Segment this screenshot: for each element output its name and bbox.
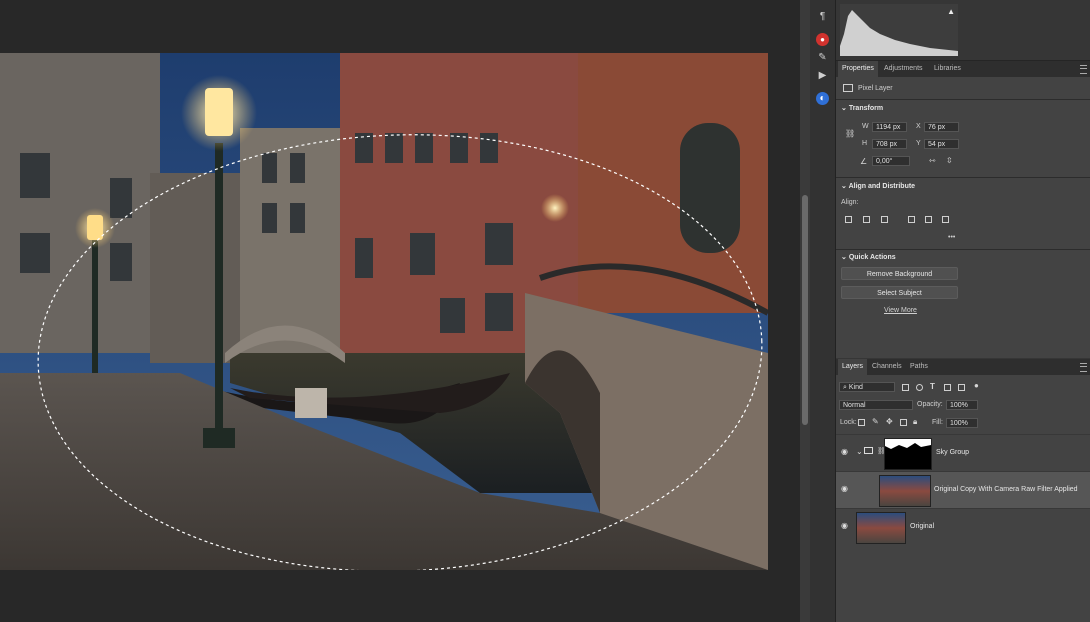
align-left-icon[interactable] bbox=[845, 216, 852, 223]
blend-mode-select[interactable]: Normal bbox=[839, 400, 913, 410]
angle-icon: ∠ bbox=[860, 157, 868, 166]
folder-icon bbox=[864, 447, 873, 454]
properties-panel: Pixel Layer ⌄ Transform ⛓ W 1194 px X 76… bbox=[836, 77, 1090, 358]
tab-paths[interactable]: Paths bbox=[906, 359, 932, 375]
cloud-icon[interactable]: ◐ bbox=[816, 92, 829, 105]
layer-thumbnail[interactable] bbox=[879, 475, 931, 507]
layer-row[interactable]: ◉ ⌄ ⛓ Sky Group bbox=[836, 434, 1090, 472]
view-more-link[interactable]: View More bbox=[884, 307, 917, 314]
visibility-eye-icon[interactable]: ◉ bbox=[841, 485, 849, 493]
layer-thumbnail[interactable] bbox=[856, 512, 906, 544]
transform-section-title[interactable]: ⌄ Transform bbox=[841, 104, 883, 112]
filter-kind-value: Kind bbox=[848, 384, 863, 391]
align-label: Align: bbox=[841, 199, 859, 206]
w-label: W bbox=[862, 123, 869, 130]
remove-background-button[interactable]: Remove Background bbox=[841, 267, 958, 280]
fill-label: Fill: bbox=[932, 419, 943, 426]
warning-icon[interactable]: ▲ bbox=[947, 7, 955, 16]
tab-adjustments[interactable]: Adjustments bbox=[880, 61, 927, 77]
width-field[interactable]: 1194 px bbox=[872, 122, 907, 132]
y-field[interactable]: 54 px bbox=[924, 139, 959, 149]
brush-settings-icon[interactable]: ✎ bbox=[816, 51, 829, 64]
lock-label: Lock: bbox=[840, 419, 857, 426]
layer-name[interactable]: Original Copy With Camera Raw Filter App… bbox=[934, 486, 1078, 493]
y-label: Y bbox=[916, 140, 921, 147]
visibility-eye-icon[interactable]: ◉ bbox=[841, 448, 849, 456]
align-top-icon[interactable] bbox=[908, 216, 915, 223]
chevron-down-icon: ⌄ bbox=[841, 105, 849, 112]
canvas-area[interactable] bbox=[0, 0, 800, 622]
align-hcenter-icon[interactable] bbox=[863, 216, 870, 223]
canvas-scrollbar[interactable] bbox=[800, 0, 810, 622]
pixel-layer-icon bbox=[843, 84, 853, 92]
angle-field[interactable]: 0,00° bbox=[872, 156, 910, 166]
visibility-eye-icon[interactable]: ◉ bbox=[841, 522, 849, 530]
layer-name[interactable]: Sky Group bbox=[936, 449, 969, 456]
lock-pixels-icon[interactable]: ✎ bbox=[872, 417, 879, 426]
properties-tabbar: Properties Adjustments Libraries bbox=[836, 61, 1090, 78]
opacity-label: Opacity: bbox=[917, 401, 943, 408]
right-panels: ▲ Properties Adjustments Libraries Pixel… bbox=[836, 0, 1090, 622]
layers-tabbar: Layers Channels Paths bbox=[836, 359, 1090, 376]
tab-libraries[interactable]: Libraries bbox=[930, 61, 965, 77]
layer-mask-thumbnail[interactable] bbox=[884, 438, 932, 470]
layer-row[interactable]: ◉ Original bbox=[836, 508, 1090, 546]
filter-kind-select[interactable]: ⌕ Kind bbox=[839, 382, 895, 392]
paragraph-icon[interactable]: ¶ bbox=[816, 10, 829, 23]
link-icon[interactable]: ⛓ bbox=[845, 129, 855, 138]
filter-shape-icon[interactable] bbox=[944, 384, 951, 391]
align-section-title[interactable]: ⌄ Align and Distribute bbox=[841, 182, 915, 190]
histogram-panel: ▲ bbox=[836, 0, 1090, 61]
filter-toggle-icon[interactable]: ● bbox=[974, 381, 979, 390]
flip-vertical-icon[interactable]: ⇳ bbox=[946, 156, 953, 165]
align-title: Align and Distribute bbox=[848, 183, 916, 190]
tab-layers[interactable]: Layers bbox=[838, 359, 868, 375]
panel-icon-strip: ¶ ● ✎ ▶ ◐ bbox=[810, 0, 836, 622]
document-image[interactable] bbox=[0, 53, 768, 570]
quick-actions-title: Quick Actions bbox=[848, 254, 896, 261]
opacity-field[interactable]: 100% bbox=[946, 400, 978, 410]
align-bottom-icon[interactable] bbox=[942, 216, 949, 223]
venice-canal-photo bbox=[0, 53, 768, 570]
more-options-icon[interactable]: ••• bbox=[948, 234, 955, 241]
align-vcenter-icon[interactable] bbox=[925, 216, 932, 223]
histogram-graph: ▲ bbox=[840, 4, 958, 56]
layers-panel: ⌕ Kind T ● Normal Opacity: 100% Lock: ✎ … bbox=[836, 375, 1090, 622]
fill-field[interactable]: 100% bbox=[946, 418, 978, 428]
panel-menu-icon[interactable] bbox=[1080, 65, 1087, 74]
quick-actions-section-title[interactable]: ⌄ Quick Actions bbox=[841, 253, 896, 261]
lock-transparent-icon[interactable] bbox=[858, 419, 865, 426]
h-label: H bbox=[862, 140, 868, 147]
align-right-icon[interactable] bbox=[881, 216, 888, 223]
chevron-down-icon[interactable]: ⌄ bbox=[856, 447, 863, 456]
height-field[interactable]: 708 px bbox=[872, 139, 907, 149]
options-bar bbox=[0, 0, 800, 22]
filter-smart-icon[interactable] bbox=[958, 384, 965, 391]
lock-all-icon[interactable]: 🔒︎ bbox=[913, 417, 917, 427]
scrollbar-thumb[interactable] bbox=[802, 195, 808, 425]
chevron-down-icon: ⌄ bbox=[841, 183, 849, 190]
layer-type-label: Pixel Layer bbox=[858, 85, 893, 92]
flip-horizontal-icon[interactable]: ⇿ bbox=[929, 156, 936, 165]
lock-artboard-icon[interactable] bbox=[900, 419, 907, 426]
filter-pixel-icon[interactable] bbox=[902, 384, 909, 391]
tab-properties[interactable]: Properties bbox=[838, 61, 878, 77]
filter-adjustment-icon[interactable] bbox=[916, 384, 923, 391]
record-icon[interactable]: ● bbox=[816, 33, 829, 46]
layers-menu-icon[interactable] bbox=[1080, 363, 1087, 372]
tab-channels[interactable]: Channels bbox=[868, 359, 906, 375]
chevron-down-icon: ⌄ bbox=[841, 254, 849, 261]
layer-name[interactable]: Original bbox=[910, 523, 934, 530]
select-subject-button[interactable]: Select Subject bbox=[841, 286, 958, 299]
x-label: X bbox=[916, 123, 921, 130]
play-icon[interactable]: ▶ bbox=[816, 69, 829, 82]
x-field[interactable]: 76 px bbox=[924, 122, 959, 132]
filter-type-icon[interactable]: T bbox=[930, 382, 935, 391]
layer-row[interactable]: ◉ Original Copy With Camera Raw Filter A… bbox=[836, 471, 1090, 509]
transform-title: Transform bbox=[848, 105, 884, 112]
lock-position-icon[interactable]: ✥ bbox=[886, 417, 893, 426]
